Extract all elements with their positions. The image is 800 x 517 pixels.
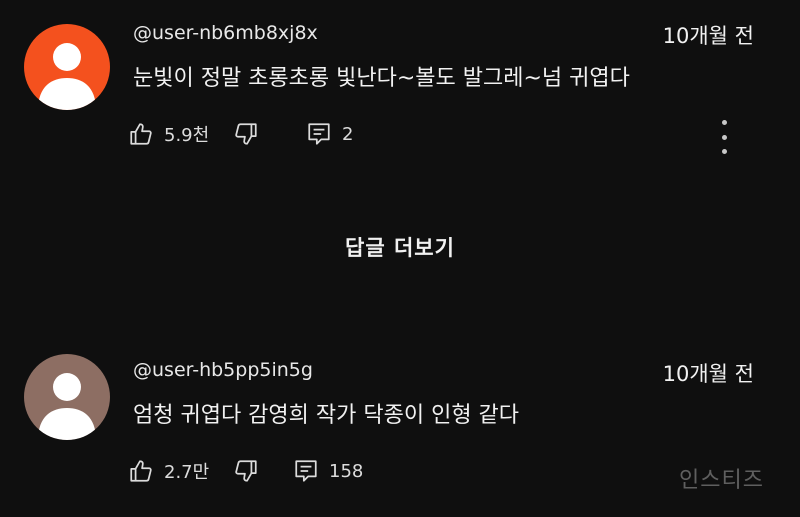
comment-author-handle[interactable]: @user-hb5pp5in5g — [133, 359, 313, 381]
comment-author-handle[interactable]: @user-nb6mb8xj8x — [133, 22, 318, 44]
more-vertical-icon[interactable] — [716, 120, 732, 154]
more-replies-button[interactable]: 답글 더보기 — [0, 232, 800, 262]
comment-timestamp[interactable]: 10개월 전 — [663, 358, 754, 388]
like-button[interactable]: 5.9천 — [128, 119, 209, 149]
thumbs-up-icon — [130, 123, 152, 145]
comment-item: @user-nb6mb8xj8x 10개월 전 눈빛이 정말 초롱초롱 빛난다~… — [0, 0, 800, 175]
comment-text: 눈빛이 정말 초롱초롱 빛난다~볼도 발그레~넘 귀엽다 — [133, 66, 630, 91]
reply-count: 2 — [342, 123, 354, 145]
avatar[interactable] — [24, 354, 110, 440]
thumbs-down-icon — [235, 460, 257, 482]
dislike-button[interactable] — [233, 119, 259, 149]
reply-button[interactable]: 158 — [293, 456, 363, 486]
like-count: 2.7만 — [164, 462, 210, 483]
thumbs-up-icon — [130, 460, 152, 482]
reply-comment-icon — [295, 460, 317, 482]
default-avatar-icon — [24, 24, 110, 110]
watermark: 인스티즈 — [679, 468, 764, 493]
reply-button[interactable]: 2 — [306, 119, 353, 149]
default-avatar-icon — [24, 354, 110, 440]
thumbs-down-icon — [235, 123, 257, 145]
dislike-button[interactable] — [233, 456, 259, 486]
reply-count: 158 — [329, 460, 364, 482]
comment-text: 엄청 귀엽다 감영희 작가 닥종이 인형 같다 — [133, 403, 520, 428]
reply-comment-icon — [308, 123, 330, 145]
comment-timestamp[interactable]: 10개월 전 — [663, 20, 754, 50]
like-count: 5.9천 — [164, 125, 210, 146]
like-button[interactable]: 2.7만 — [128, 456, 209, 486]
avatar[interactable] — [24, 24, 110, 110]
